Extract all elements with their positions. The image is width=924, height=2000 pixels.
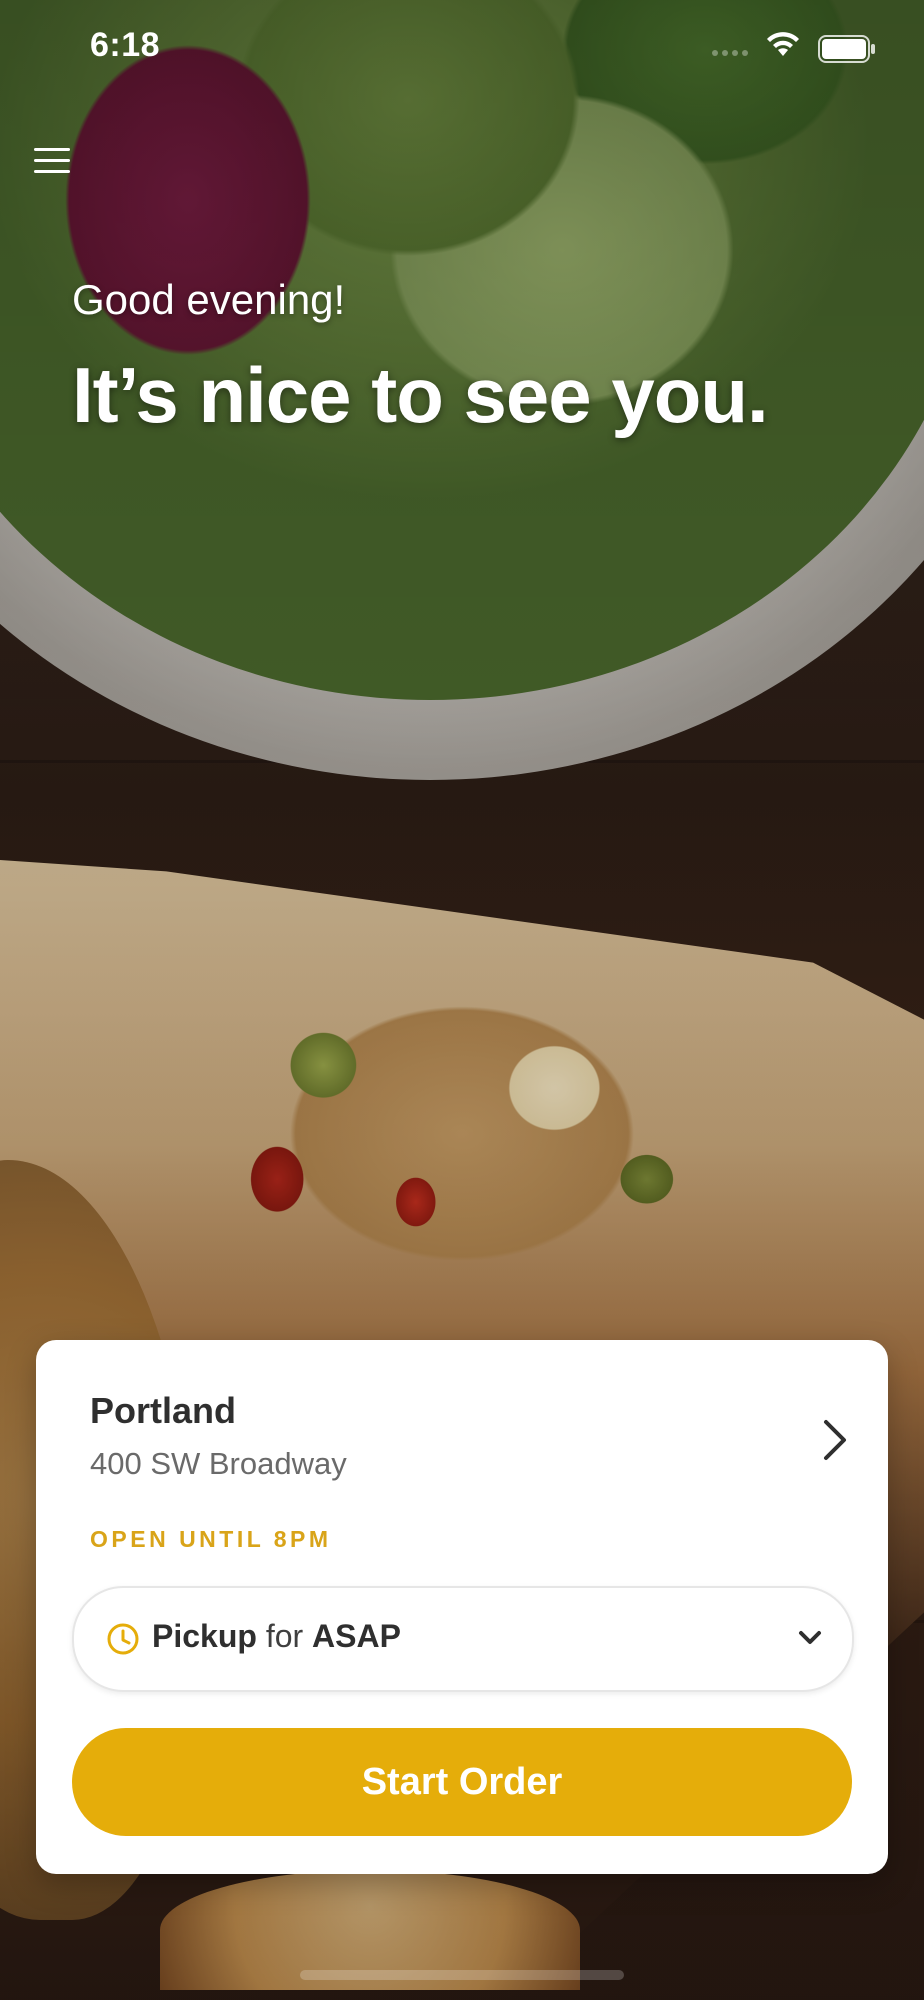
chevron-right-icon	[824, 1420, 846, 1460]
open-status-label: OPEN UNTIL 8PM	[90, 1526, 332, 1552]
status-time: 6:18	[90, 26, 161, 64]
battery-icon	[818, 35, 875, 63]
hamburger-menu-icon[interactable]	[34, 140, 74, 180]
pickup-connector: for	[265, 1618, 304, 1654]
chevron-down-icon	[799, 1631, 821, 1644]
order-card: Portland 400 SW Broadway OPEN UNTIL 8PM …	[36, 1340, 888, 1874]
greeting-text: Good evening!	[72, 276, 346, 323]
pickup-mode: Pickup	[152, 1618, 257, 1654]
pickup-time-select[interactable]: Pickup for ASAP	[72, 1586, 854, 1692]
location-address: 400 SW Broadway	[90, 1446, 347, 1481]
headline-text: It’s nice to see you.	[72, 351, 769, 439]
pickup-summary: Pickup for ASAP	[152, 1618, 401, 1655]
location-name: Portland	[90, 1390, 237, 1431]
pickup-time: ASAP	[312, 1618, 401, 1654]
location-selector[interactable]: Portland 400 SW Broadway	[90, 1390, 850, 1500]
status-bar: 6:18	[0, 0, 924, 100]
home-indicator[interactable]	[300, 1970, 624, 1980]
home-screen: 6:18 Good evening! It’s nice to see you.…	[0, 0, 924, 2000]
start-order-button[interactable]: Start Order	[72, 1728, 852, 1836]
wifi-icon	[767, 32, 799, 56]
clock-icon	[107, 1623, 139, 1655]
cellular-signal-icon	[712, 50, 748, 56]
